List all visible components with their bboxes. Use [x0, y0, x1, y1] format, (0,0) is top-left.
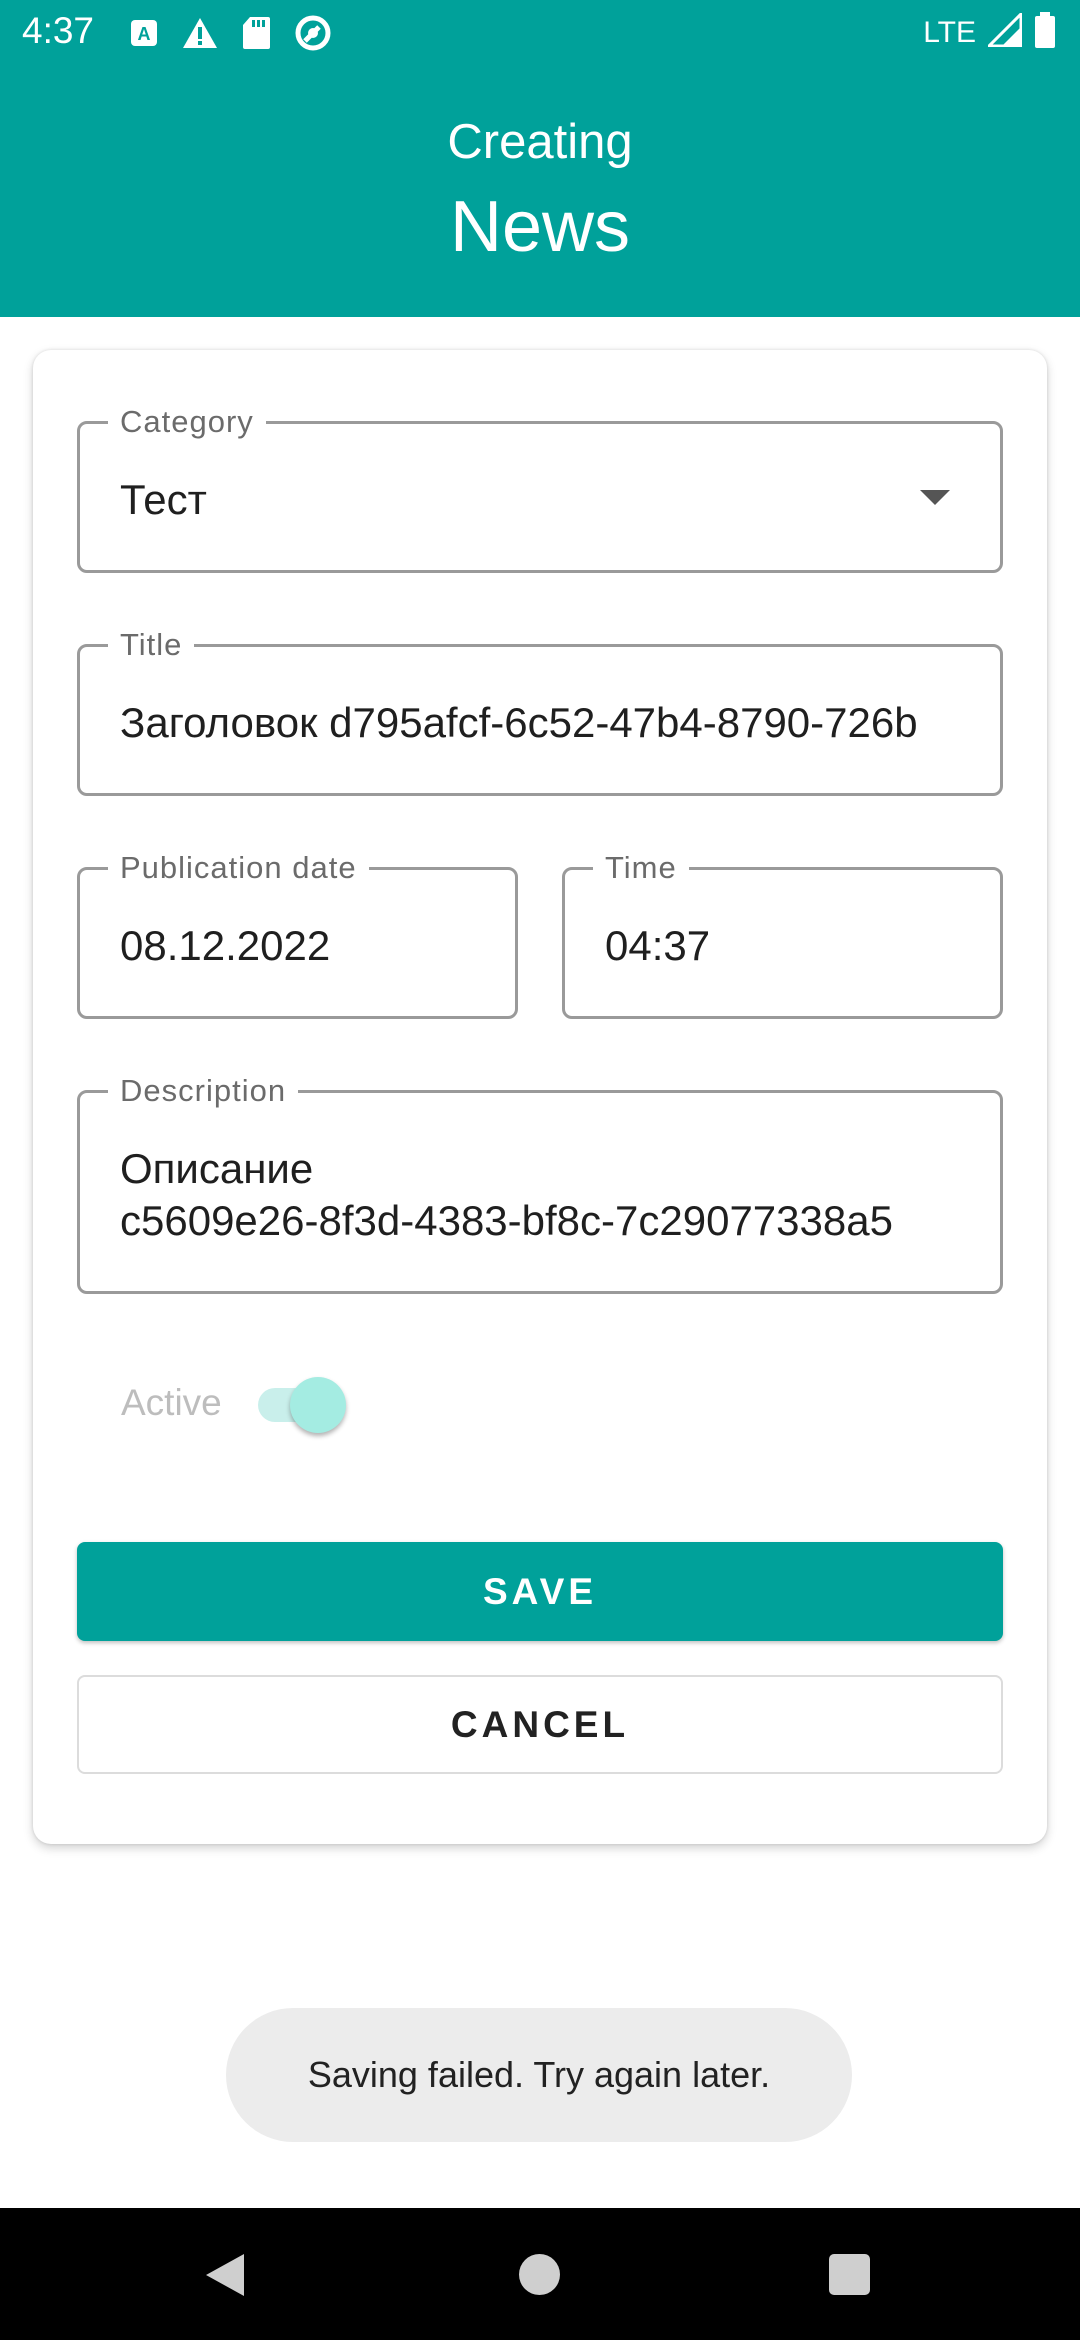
time-value: 04:37 — [605, 922, 711, 969]
toggle-thumb[interactable] — [290, 1377, 346, 1433]
recents-icon[interactable] — [829, 2254, 870, 2295]
sd-card-icon — [242, 16, 270, 55]
cancel-button[interactable]: CANCEL — [77, 1675, 1003, 1774]
svg-text:A: A — [138, 24, 151, 44]
back-icon[interactable] — [206, 2254, 244, 2296]
status-time: 4:37 — [22, 10, 95, 51]
sync-icon — [294, 14, 332, 57]
category-dropdown[interactable]: Category Тест — [77, 403, 1003, 573]
title-field[interactable]: Title Заголовок d795afcf-6c52-47b4-8790-… — [77, 626, 1003, 796]
signal-icon — [985, 10, 1023, 52]
time-label: Time — [593, 849, 689, 887]
warning-icon — [182, 17, 218, 54]
network-type: LTE — [923, 15, 976, 49]
notification-icons: A — [130, 14, 332, 57]
publication-date-value: 08.12.2022 — [120, 922, 331, 969]
status-bar: 4:37 A LTE — [0, 0, 1080, 66]
navigation-bar — [0, 2208, 1080, 2340]
page-title: News — [449, 187, 631, 267]
header-subtitle: Creating — [447, 115, 633, 169]
app-header: 4:37 A LTE Creating News — [0, 0, 1080, 317]
description-field[interactable]: Description Описание c5609e26-8f3d-4383-… — [77, 1072, 1003, 1294]
publication-date-field[interactable]: Publication date 08.12.2022 — [77, 849, 518, 1019]
description-line-2: c5609e26-8f3d-4383-bf8c-7c29077338a5 — [120, 1197, 893, 1244]
error-toast: Saving failed. Try again later. — [226, 2008, 852, 2142]
system-status-icons: LTE — [923, 10, 1056, 53]
text-a-icon: A — [130, 19, 158, 52]
category-label: Category — [108, 403, 266, 441]
description-label: Description — [108, 1072, 299, 1110]
description-line-1: Описание — [120, 1145, 314, 1192]
save-button[interactable]: SAVE — [77, 1542, 1003, 1641]
dropdown-arrow-icon — [920, 490, 950, 505]
active-label: Active — [121, 1382, 222, 1423]
title-value: Заголовок d795afcf-6c52-47b4-8790-726b — [120, 699, 918, 746]
home-icon[interactable] — [519, 2254, 560, 2295]
toast-message: Saving failed. Try again later. — [307, 2054, 771, 2095]
time-field[interactable]: Time 04:37 — [562, 849, 1003, 1019]
category-value: Тест — [120, 476, 207, 523]
title-label: Title — [108, 626, 195, 664]
battery-icon — [1034, 12, 1056, 53]
publication-date-label: Publication date — [108, 849, 369, 887]
